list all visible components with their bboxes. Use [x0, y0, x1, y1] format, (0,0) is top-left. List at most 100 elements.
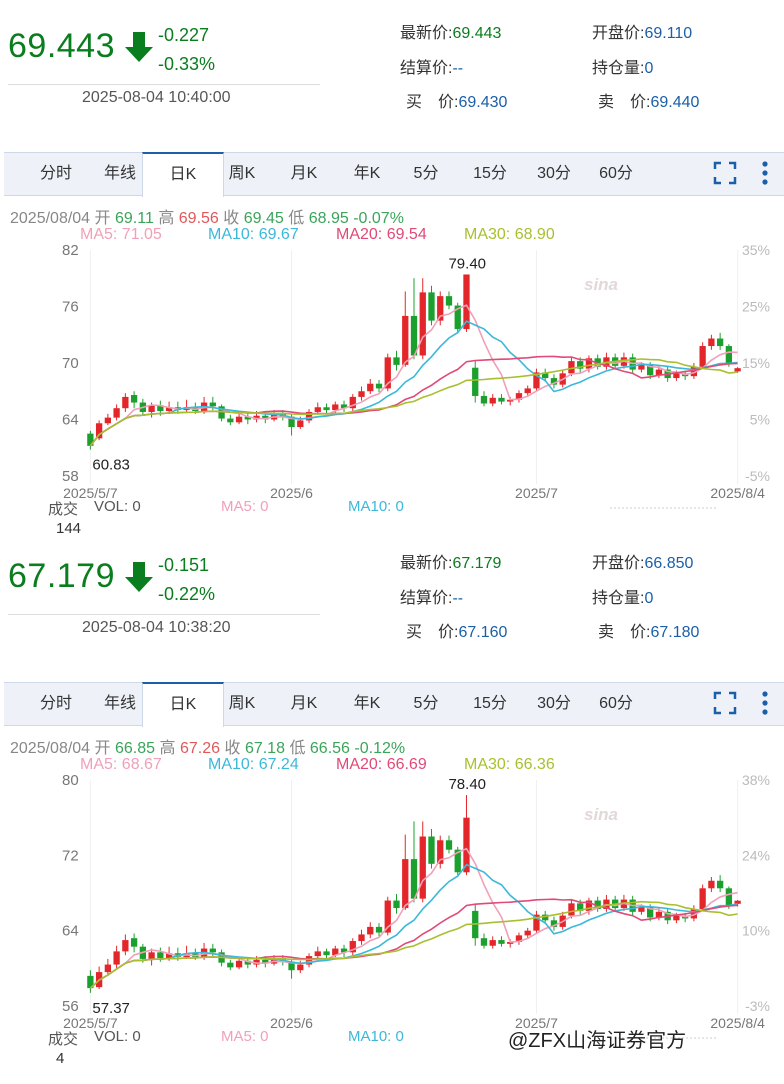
- tab-2[interactable]: 日K: [142, 682, 224, 727]
- y-tick-label: 56: [62, 998, 79, 1015]
- candle-body: [104, 417, 112, 424]
- candle-body: [725, 346, 733, 363]
- candle-body: [393, 357, 400, 365]
- tab-9[interactable]: 60分: [592, 153, 640, 195]
- info-date: 2025/08/04: [10, 210, 91, 227]
- tab-4[interactable]: 月K: [280, 683, 328, 725]
- candle-body: [235, 416, 243, 423]
- tab-5[interactable]: 年K: [343, 153, 391, 195]
- candle-body: [410, 315, 418, 356]
- ohlc-info: 2025/08/04 开 66.85 高 67.26 收 67.18 低 66.…: [10, 734, 405, 758]
- tab-3[interactable]: 周K: [218, 153, 266, 195]
- quote-ask: 卖 价:69.440: [598, 88, 699, 112]
- candle-body: [699, 888, 706, 910]
- info-low: 66.56: [309, 740, 350, 757]
- quote-ask-value: 69.440: [650, 94, 700, 111]
- tab-5[interactable]: 年K: [343, 683, 391, 725]
- y-tick-label: 64: [62, 923, 79, 940]
- tab-7[interactable]: 15分: [466, 153, 514, 195]
- volume-axis-label: 4: [56, 1050, 65, 1067]
- tab-8[interactable]: 30分: [530, 153, 578, 195]
- sina-logo-icon: sina: [584, 805, 618, 824]
- candle-body: [673, 373, 680, 379]
- pct-tick-label: 24%: [742, 847, 770, 863]
- candle-body: [498, 940, 505, 944]
- price-change-pct: -0.33%: [158, 54, 216, 74]
- info-open: 66.85: [115, 740, 156, 757]
- candle-body: [568, 903, 575, 916]
- fullscreen-icon[interactable]: [713, 161, 737, 185]
- price-change: -0.227: [158, 25, 210, 45]
- quote-bid-label: 买 价:: [406, 94, 459, 111]
- quote-latest-label: 最新价:: [400, 25, 453, 42]
- candle-body: [498, 397, 505, 402]
- volume-value: VOL: 0: [94, 498, 141, 515]
- candle-body: [708, 880, 715, 889]
- quote-settle-value: --: [452, 60, 464, 77]
- quote-oi: 持仓量:0: [592, 54, 653, 78]
- tab-6[interactable]: 5分: [406, 153, 446, 195]
- quote-bid-value: 67.160: [458, 624, 508, 641]
- kline-chart[interactable]: sina827670645835%25%15%5%-5%2025/5/7 2025…: [0, 240, 784, 540]
- candle-body: [95, 423, 103, 439]
- candle-body: [673, 915, 680, 921]
- more-icon[interactable]: [761, 161, 769, 185]
- candle-body: [419, 292, 426, 356]
- quote-open: 开盘价:66.850: [592, 549, 693, 573]
- candle-body: [130, 395, 138, 403]
- candle-body: [122, 396, 129, 409]
- info-high_l: 高: [159, 740, 176, 757]
- quote-bid: 买 价:69.430: [406, 88, 507, 112]
- ohlc-info: 2025/08/04 开 69.11 高 69.56 收 69.45 低 68.…: [10, 204, 404, 228]
- info-low: 68.95: [308, 210, 349, 227]
- tab-4[interactable]: 月K: [280, 153, 328, 195]
- x-tick-label: 2025/7: [515, 485, 558, 501]
- tab-3[interactable]: 周K: [218, 683, 266, 725]
- y-tick-label: 58: [62, 468, 79, 485]
- ma30-line: [89, 900, 738, 989]
- candle-body: [367, 383, 374, 392]
- candle-body: [227, 418, 234, 423]
- quote-settle-label: 结算价:: [400, 60, 453, 77]
- pct-tick-label: 25%: [742, 299, 770, 315]
- volume-title: 成交: [48, 1031, 79, 1048]
- candle-body: [209, 948, 216, 953]
- quote-latest-value: 69.443: [452, 25, 502, 42]
- quote-panel-2: 67.179 -0.151 -0.22% 2025-08-04 10:38:20 最新价…: [0, 530, 784, 1084]
- timestamp: 2025-08-04 10:38:20: [82, 619, 231, 636]
- candle-body: [130, 938, 138, 947]
- tab-6[interactable]: 5分: [406, 683, 446, 725]
- tab-1[interactable]: 年线: [98, 153, 142, 195]
- candle-body: [113, 408, 120, 418]
- candle-body: [323, 951, 330, 956]
- candle-body: [716, 880, 724, 889]
- tab-7[interactable]: 15分: [466, 683, 514, 725]
- tab-8[interactable]: 30分: [530, 683, 578, 725]
- candle-body: [489, 397, 496, 404]
- candle-body: [402, 859, 409, 909]
- tab-0[interactable]: 分时: [34, 153, 78, 195]
- candle-body: [402, 315, 409, 365]
- pct-tick-label: 5%: [750, 412, 770, 428]
- info-high_l: 高: [158, 210, 175, 227]
- quote-settle-label: 结算价:: [400, 590, 453, 607]
- tab-1[interactable]: 年线: [98, 683, 142, 725]
- info-open_l: 开: [94, 210, 111, 227]
- candle-body: [358, 391, 365, 397]
- tab-2[interactable]: 日K: [142, 152, 224, 197]
- tab-9[interactable]: 60分: [592, 683, 640, 725]
- divider: [8, 614, 320, 615]
- min-price-label: 60.83: [92, 457, 130, 474]
- quote-oi-label: 持仓量:: [592, 590, 645, 607]
- quote-oi-value: 0: [644, 60, 654, 77]
- candle-body: [227, 962, 234, 968]
- tab-0[interactable]: 分时: [34, 683, 78, 725]
- volume-ma10: MA10: 0: [348, 1028, 404, 1045]
- info-pct: -0.07%: [353, 210, 404, 227]
- fullscreen-icon[interactable]: [713, 691, 737, 715]
- x-tick-label: 2025/6: [270, 485, 313, 501]
- candle-body: [489, 940, 496, 946]
- more-icon[interactable]: [761, 691, 769, 715]
- candle-body: [367, 926, 374, 935]
- quote-ask-label: 卖 价:: [598, 624, 651, 641]
